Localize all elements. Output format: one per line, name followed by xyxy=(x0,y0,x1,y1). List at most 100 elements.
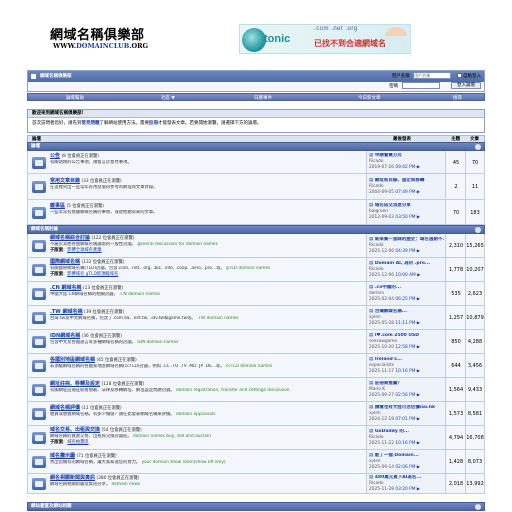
nav-help[interactable]: 論壇幫助 xyxy=(66,95,84,101)
forum-row[interactable]: 網域名稱綜合討論 (122 位會員正在瀏覽) 不屬於其他各個網域名稱論壇的一般性討… xyxy=(27,234,485,258)
remember-checkbox[interactable] xyxy=(456,73,462,78)
last-post-date: 2019-07-26 09:42 PM ▶ xyxy=(369,165,444,171)
category-header-discussion[interactable]: 網域名稱討論 xyxy=(27,225,485,234)
forum-status-icon xyxy=(32,408,46,420)
nav-community[interactable]: 社區 ▼ xyxy=(161,95,175,101)
forum-row[interactable]: 域名攤示廳 (71 位會員正在瀏覽) 秀出您擁有的網域名稱，讓大家知道您的實力。 … xyxy=(27,450,485,474)
thread-count: 70 xyxy=(452,209,460,216)
forum-title-link[interactable]: 常用文章目錄 xyxy=(50,178,80,184)
forum-row[interactable]: .CN 網域名稱 (13 位會員正在瀏覽) 中國大陸.CN網域名稱的相關討論。 .… xyxy=(27,282,485,306)
subforums: 子版面：影響全球域名產業 xyxy=(50,248,102,254)
goto-last-post-icon[interactable]: ▶ xyxy=(417,297,420,302)
register-link[interactable]: 註冊 xyxy=(149,121,158,126)
goto-last-post-icon[interactable]: ▶ xyxy=(417,465,420,470)
forum-row[interactable]: 網址註冊、移轉及設定 (128 位會員正在瀏覽) 有關網址註冊註冊者規範、法律及移… xyxy=(27,378,485,402)
site-logo-url[interactable]: WWW.DOMAINCLUB.ORG xyxy=(53,42,148,50)
forum-title-link[interactable]: .CN 網域名稱 xyxy=(50,285,82,291)
last-post-title[interactable]: ▤ 請看也有大陸可否估價iso.hk xyxy=(369,405,444,411)
subforum-link[interactable]: 影響域名 gTLD新頂級域名 xyxy=(67,272,118,277)
nav-bar: 論壇幫助 社區 ▼ 日曆事件 今日新文章 搜尋 xyxy=(27,93,485,101)
forum-title-link[interactable]: 網域名稱評價 xyxy=(50,405,80,411)
last-post-date-text: 2012-09-03 xyxy=(369,215,394,221)
nav-new-posts[interactable]: 今日新文章 xyxy=(358,95,381,101)
forum-viewers: (39 位會員正在瀏覽) xyxy=(84,309,125,315)
username-input[interactable] xyxy=(413,72,452,79)
category-header-website[interactable]: 網站建置及網站相關 xyxy=(27,502,485,511)
category-header-forum[interactable]: 論壇 xyxy=(27,142,485,151)
goto-last-post-icon[interactable]: ▶ xyxy=(417,369,420,374)
last-post-date-text: 2024-12-18 xyxy=(369,416,394,422)
forum-status-icon xyxy=(32,432,46,444)
goto-last-post-icon[interactable]: ▶ xyxy=(417,441,420,446)
last-post-cell: ▤ 請看也有大陸可否估價iso.hk xylen 2024-12-18 07:01 … xyxy=(366,402,444,425)
logo-url-suffix: .ORG xyxy=(129,42,149,50)
forum-row[interactable]: 網域名稱評價 (11 位會員正在瀏覽) 想買或想賣網域名稱，有多少價值？請在此發表… xyxy=(27,402,485,426)
thread-count: 1,564 xyxy=(448,387,464,393)
forum-title-link[interactable]: 雜事區 xyxy=(50,203,65,209)
forum-row[interactable]: 網名相關新聞與資訊 (380 位會員正在瀏覽) 網域名稱相關新聞及資訊分享。 do… xyxy=(27,474,485,494)
goto-last-post-icon[interactable]: ▶ xyxy=(417,215,420,220)
forum-desc-text: 中國大陸.CN網域名稱的相關討論。 xyxy=(50,291,118,297)
goto-last-post-icon[interactable]: ▶ xyxy=(417,345,420,350)
thread-count: 2,018 xyxy=(448,481,464,487)
forum-row[interactable]: 域名交易、出租與交換 (54 位會員正在瀏覽) 網域名稱的買賣交易、出租與交換討論… xyxy=(27,426,485,450)
login-button[interactable]: 登入論壇 xyxy=(451,82,481,89)
forum-title-link[interactable]: 各國別地區網域名稱 xyxy=(50,357,95,363)
forum-title-link[interactable]: 公告 xyxy=(50,153,60,159)
forum-title-link[interactable]: .TW 網域名稱 xyxy=(50,309,83,315)
nav-calendar[interactable]: 日曆事件 xyxy=(254,95,272,101)
forum-desc-text: 一些常常有無關網域名稱的事務，或從他處得來的文章。 xyxy=(50,210,158,216)
collapse-icon[interactable] xyxy=(475,144,481,150)
last-post-time: 06:25 PM xyxy=(395,296,416,302)
collapse-icon[interactable] xyxy=(475,504,481,510)
breadcrumb-home[interactable]: 網域名稱俱樂部 xyxy=(40,74,72,79)
subforum-link[interactable]: 影響全球域名產業 xyxy=(67,248,101,253)
last-post-date: 2025-11-22 10:16 PM ▶ xyxy=(369,441,444,447)
post-count: 11 xyxy=(471,184,479,190)
forum-desc-english: domain names buy, sell and auction xyxy=(133,434,212,440)
goto-last-post-icon[interactable]: ▶ xyxy=(417,273,420,278)
faq-link[interactable]: 常見問題 xyxy=(82,121,100,126)
last-post-time: 10:16 PM xyxy=(395,368,416,374)
forum-title-link[interactable]: 網名相關新聞與資訊 xyxy=(50,475,95,481)
nav-search[interactable]: 搜尋 xyxy=(453,95,462,101)
goto-last-post-icon[interactable]: ▶ xyxy=(417,321,420,326)
forum-home-icon[interactable] xyxy=(31,74,36,79)
forum-desc-english: .CN domain names xyxy=(119,291,160,297)
forum-row[interactable]: 國際網域名稱 (132 位會員正在瀏覽) 有關國際網域名稱(TLD)討論，包含.c… xyxy=(27,258,485,282)
forum-row[interactable]: 公告 (8 位會員正在瀏覽) 有關站務的公告事項，請留言於意見事項。 ▤ 申請會員… xyxy=(27,151,485,174)
last-post-date-text: 2025-11-17 xyxy=(369,368,394,374)
site-logo-title[interactable]: 網域名稱俱樂部 xyxy=(50,24,145,43)
tonic-banner-ad[interactable]: tonic .com .net .org 已找不到合適網域名？ xyxy=(239,24,411,54)
forum-title-link[interactable]: 域名交易、出租與交換 xyxy=(50,427,100,433)
forum-row[interactable]: 常用文章目錄 (33 位會員正在瀏覽) 在這裡列出一些常年有用及值得參考的網址與文… xyxy=(27,174,485,200)
forum-title-link[interactable]: IDN網域名稱 xyxy=(50,333,80,339)
thread-count: 1,257 xyxy=(448,315,464,321)
last-post-title[interactable]: ▤ 新來賓一直踩的歷史：域名過期不... xyxy=(369,237,444,243)
banner-person-image xyxy=(385,27,407,53)
password-input[interactable] xyxy=(401,82,440,89)
goto-last-post-icon[interactable]: ▶ xyxy=(417,190,420,195)
goto-last-post-icon[interactable]: ▶ xyxy=(417,417,420,422)
goto-last-post-icon[interactable]: ▶ xyxy=(417,165,420,170)
forum-title-link[interactable]: 國際網域名稱 xyxy=(50,259,80,265)
last-post-title-text: 480萬元買下AI為名... xyxy=(374,475,422,480)
goto-last-post-icon[interactable]: ▶ xyxy=(417,249,420,254)
subforum-link[interactable]: 域名拍賣區 xyxy=(67,440,88,445)
forum-viewers: (45 位會員正在瀏覽) xyxy=(96,357,137,363)
forum-status-icon xyxy=(32,312,46,324)
forum-row[interactable]: 雜事區 (5 位會員正在瀏覽) 一些常常有無關網域名稱的事務，或從他處得來的文章。… xyxy=(27,200,485,225)
forum-title-link[interactable]: 網址註冊、移轉及設定 xyxy=(50,381,100,387)
goto-last-post-icon[interactable]: ▶ xyxy=(417,487,420,492)
collapse-icon[interactable] xyxy=(475,227,481,233)
forum-title-link[interactable]: 網域名稱綜合討論 xyxy=(50,235,90,241)
welcome-box: 歡迎來到網域名稱俱樂部! 首次訪問者您好，請先到常見問題了解網站使用方法。需要註… xyxy=(27,109,485,133)
forum-row[interactable]: .TW 網域名稱 (39 位會員正在瀏覽) 台灣.tw及中文網域名稱，包含了.co… xyxy=(27,306,485,330)
forum-row[interactable]: IDN網域名稱 (36 位會員正在瀏覽) 包含中文及各國語言等多種網域名稱的討論。… xyxy=(27,330,485,354)
forum-title-link[interactable]: 域名攤示廳 xyxy=(50,453,75,459)
last-post-title-text: I♥.com 2500 USD xyxy=(374,332,419,338)
forum-row[interactable]: 各國別地區網域名稱 (45 位會員正在瀏覽) 非頂級網域名稱的各國家地區網域名稱(… xyxy=(27,354,485,378)
goto-last-post-icon[interactable]: ▶ xyxy=(417,393,420,398)
forum-status-icon xyxy=(32,384,46,396)
last-post-date-text: 2025-05-28 xyxy=(369,320,394,326)
